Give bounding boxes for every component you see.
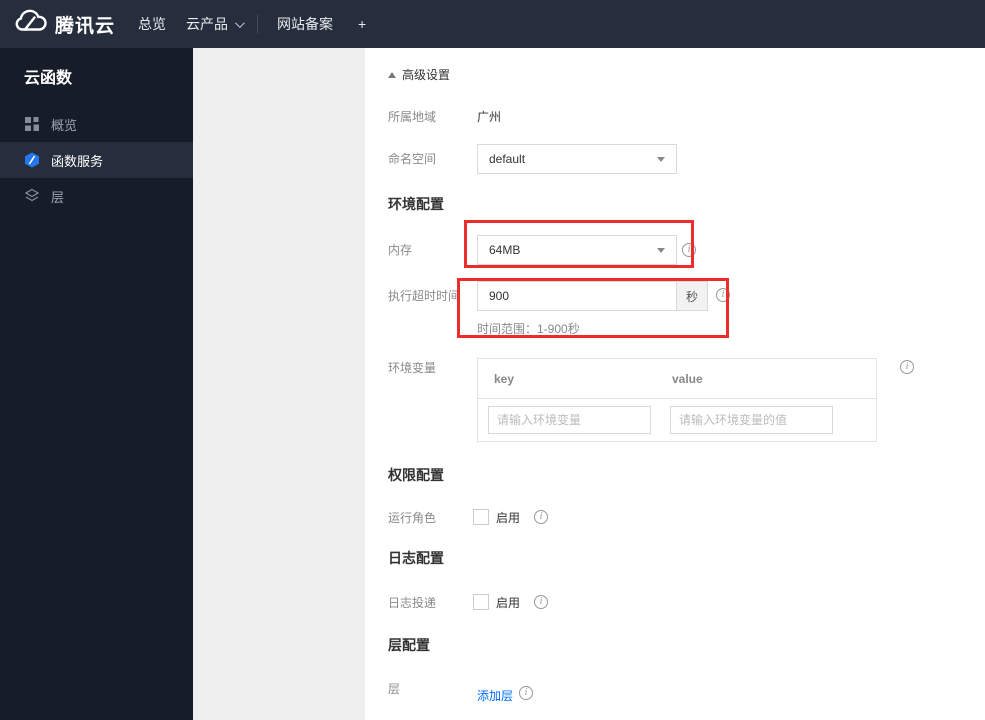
nav-add-tab-button[interactable]: + xyxy=(358,0,366,48)
nav-overview[interactable]: 总览 xyxy=(138,0,166,48)
scf-hexagon-icon xyxy=(24,152,40,168)
namespace-select[interactable]: default xyxy=(477,144,677,174)
brand[interactable]: 腾讯云 xyxy=(13,0,115,48)
timeout-label: 执行超时时间 xyxy=(388,289,461,303)
plus-icon: + xyxy=(358,16,367,32)
env-key-header: key xyxy=(494,372,515,386)
layer-label: 层 xyxy=(388,682,401,696)
memory-selected-value: 64MB xyxy=(489,243,521,257)
env-value-input[interactable] xyxy=(670,406,833,434)
env-vars-header-row: key value xyxy=(478,359,876,399)
caret-down-icon xyxy=(657,156,665,162)
env-vars-label: 环境变量 xyxy=(388,361,437,375)
memory-select[interactable]: 64MB xyxy=(477,235,677,265)
nav-website-beian[interactable]: 网站备案 xyxy=(277,0,333,48)
tencent-cloud-logo-icon xyxy=(13,9,47,40)
namespace-selected-value: default xyxy=(489,152,526,166)
env-value-header: value xyxy=(672,372,703,386)
section-env-config: 环境配置 xyxy=(388,196,444,212)
collapsed-panel-background xyxy=(193,48,365,720)
env-vars-input-row xyxy=(478,399,876,441)
env-vars-table: key value xyxy=(477,358,877,442)
namespace-label: 命名空间 xyxy=(388,152,437,166)
env-key-input[interactable] xyxy=(488,406,651,434)
section-layer-config: 层配置 xyxy=(388,637,430,653)
chevron-down-icon xyxy=(234,17,245,28)
advanced-settings-toggle[interactable]: 高级设置 xyxy=(388,66,450,83)
log-delivery-checkbox[interactable] xyxy=(473,594,489,610)
log-delivery-label: 日志投递 xyxy=(388,596,437,610)
layer-info-icon[interactable]: i xyxy=(519,686,533,700)
brand-name: 腾讯云 xyxy=(55,15,116,37)
sidebar-item-label: 层 xyxy=(51,189,65,205)
sidebar-item-function-service[interactable]: 函数服务 xyxy=(0,142,193,178)
timeout-range-hint: 时间范围：1-900秒 xyxy=(477,322,580,336)
timeout-input[interactable] xyxy=(477,281,677,311)
nav-divider xyxy=(257,15,258,33)
sidebar-item-overview[interactable]: 概览 xyxy=(0,106,193,142)
run-role-checkbox[interactable] xyxy=(473,509,489,525)
settings-form: 高级设置 所属地域 广州 命名空间 default 环境配置 内存 64MB i… xyxy=(365,48,985,720)
dashboard-grid-icon xyxy=(24,116,40,132)
section-perm-config: 权限配置 xyxy=(388,467,444,483)
run-role-label: 运行角色 xyxy=(388,511,437,525)
sidebar-item-label: 函数服务 xyxy=(51,153,104,169)
sidebar-item-label: 概览 xyxy=(51,117,78,133)
run-role-info-icon[interactable]: i xyxy=(534,510,548,524)
sidebar-product-title: 云函数 xyxy=(24,70,73,87)
env-vars-info-icon[interactable]: i xyxy=(900,360,914,374)
triangle-up-icon xyxy=(388,71,396,78)
region-label: 所属地域 xyxy=(388,110,437,124)
sidebar-menu: 概览 函数服务 层 xyxy=(0,106,193,214)
layers-icon xyxy=(24,188,40,204)
sidebar-item-layers[interactable]: 层 xyxy=(0,178,193,214)
memory-label: 内存 xyxy=(388,243,413,257)
section-log-config: 日志配置 xyxy=(388,550,444,566)
timeout-unit-suffix: 秒 xyxy=(677,281,708,311)
run-role-enable-label: 启用 xyxy=(496,511,521,525)
add-layer-link[interactable]: 添加层 xyxy=(477,687,513,704)
sidebar: 云函数 概览 函数服务 层 xyxy=(0,48,193,720)
caret-down-icon xyxy=(657,247,665,253)
memory-info-icon[interactable]: i xyxy=(682,243,696,257)
log-delivery-enable-label: 启用 xyxy=(496,596,521,610)
region-value: 广州 xyxy=(477,110,502,124)
topbar: 腾讯云 总览 云产品 网站备案 + xyxy=(0,0,985,48)
nav-cloud-products[interactable]: 云产品 xyxy=(186,0,245,48)
timeout-info-icon[interactable]: i xyxy=(716,288,730,302)
log-delivery-info-icon[interactable]: i xyxy=(534,595,548,609)
timeout-input-group: 秒 xyxy=(477,281,708,311)
